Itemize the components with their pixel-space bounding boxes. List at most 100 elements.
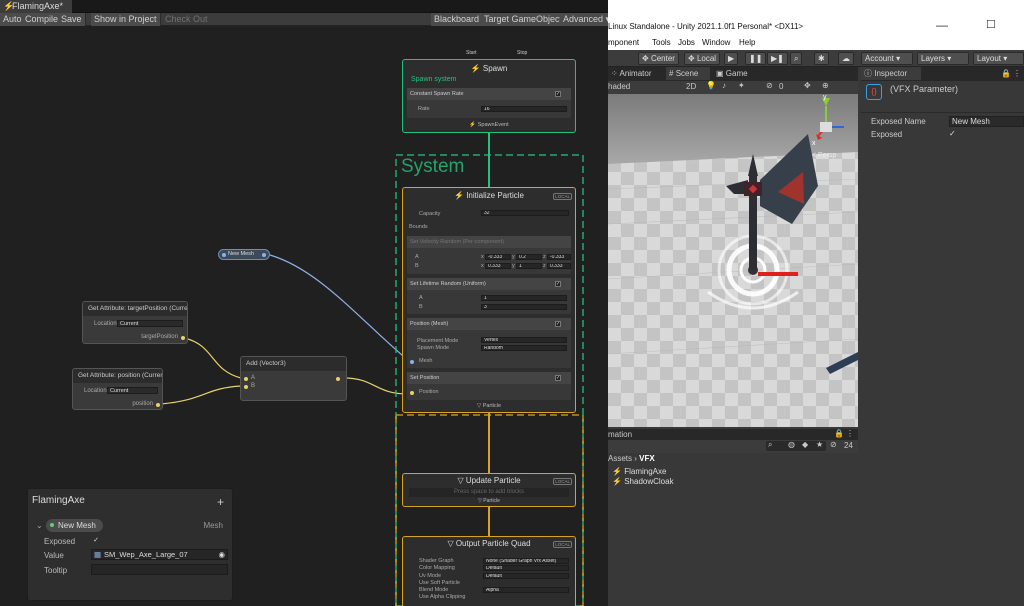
constant-spawn-rate-block[interactable]: Constant Spawn Rate ✓ Rate 16 xyxy=(407,88,571,118)
value-object-field[interactable]: ▦ SM_Wep_Axe_Large_07 ◉ xyxy=(91,549,228,560)
tab-scene[interactable]: # Scene xyxy=(666,67,710,80)
shading-mode-dropdown[interactable]: haded xyxy=(608,82,630,91)
output-row-value[interactable]: Default xyxy=(483,573,569,579)
output-context[interactable]: ▽ Output Particle Quad LOCAL Shader Grap… xyxy=(402,536,576,606)
menu-jobs[interactable]: Jobs xyxy=(678,38,695,47)
compile-button[interactable]: Compile xyxy=(22,13,63,26)
object-picker-icon[interactable]: ◉ xyxy=(218,550,225,559)
search-icon[interactable]: ⌕ xyxy=(790,52,803,65)
menu-window[interactable]: Window xyxy=(702,38,730,47)
filter-label-icon[interactable]: ◆ xyxy=(802,440,808,449)
mesh-property-node[interactable]: New Mesh xyxy=(218,249,270,260)
output-local-badge[interactable]: LOCAL xyxy=(553,541,572,548)
update-context[interactable]: ▽ Update Particle LOCAL Press space to a… xyxy=(402,473,576,507)
scene-view[interactable]: y x < Persp xyxy=(608,94,858,427)
velocity-block[interactable]: Set Velocity Random (Per-component) A x … xyxy=(407,236,571,274)
breadcrumb-assets[interactable]: Assets xyxy=(608,454,632,463)
inspector-menu-icon[interactable]: ⋮ xyxy=(1013,69,1021,78)
perspective-toggle[interactable]: < Persp xyxy=(812,152,836,159)
add-output-port[interactable] xyxy=(336,377,340,381)
set-position-block[interactable]: Set Position ✓ Position xyxy=(407,372,571,400)
add-input-b-port[interactable] xyxy=(244,385,248,389)
get-position-node[interactable]: Get Attribute: position (Curren Location… xyxy=(72,368,163,410)
play-button[interactable]: ▶ xyxy=(724,52,739,65)
tools-icon[interactable]: ✥ xyxy=(804,81,811,90)
inspector-lock-icon[interactable]: 🔒 xyxy=(1001,69,1011,78)
check-out-button[interactable]: Check Out xyxy=(162,13,211,26)
spawn-event-output[interactable]: ⚡ SpawnEvent xyxy=(403,122,575,128)
tooltip-field[interactable] xyxy=(91,564,228,575)
cloud-icon[interactable]: ☁ xyxy=(838,52,854,65)
velocity-b-z[interactable]: 0.333 xyxy=(547,263,571,269)
advanced-dropdown[interactable]: Advanced ▾ xyxy=(560,13,608,26)
gizmos-icon[interactable]: ⊕ xyxy=(822,81,829,90)
hidden-objects-icon[interactable]: ⊘ xyxy=(766,81,773,90)
pivot-local-button[interactable]: ✥ Local xyxy=(684,52,721,65)
rate-field[interactable]: 16 xyxy=(481,106,567,112)
layers-dropdown[interactable]: Layers ▾ xyxy=(917,52,969,65)
effects-icon[interactable]: ✦ xyxy=(738,81,745,90)
velocity-a-y[interactable]: 0.2 xyxy=(516,254,542,260)
spawn-block-enable-checkbox[interactable]: ✓ xyxy=(555,91,561,97)
velocity-b-x[interactable]: 0.333 xyxy=(485,263,511,269)
capacity-field[interactable]: 32 xyxy=(481,210,569,216)
tab-animation[interactable]: mation xyxy=(608,430,632,439)
collab-icon[interactable]: ✱ xyxy=(814,52,829,65)
output-row-value[interactable]: Alpha xyxy=(483,587,569,593)
property-expand-icon[interactable]: ⌄ xyxy=(36,521,43,530)
lifetime-b-field[interactable]: 3 xyxy=(481,304,567,310)
vfx-tab[interactable]: ⚡ FlamingAxe* xyxy=(0,0,72,13)
layout-dropdown[interactable]: Layout ▾ xyxy=(973,52,1024,65)
init-particle-output[interactable]: ▽ Particle xyxy=(403,403,575,409)
menu-tools[interactable]: Tools xyxy=(652,38,671,47)
favorite-icon[interactable]: ★ xyxy=(816,440,823,449)
exposed-name-field[interactable]: New Mesh xyxy=(949,116,1024,127)
get-position-location-dropdown[interactable]: Current xyxy=(107,387,158,394)
get-target-location-dropdown[interactable]: Current xyxy=(117,320,183,327)
position-mesh-block[interactable]: Position (Mesh) ✓ Placement Mode Vertex … xyxy=(407,318,571,368)
lifetime-block[interactable]: Set Lifetime Random (Uniform) ✓ A 1 B 3 xyxy=(407,278,571,314)
spawn-mode-dropdown[interactable]: Random xyxy=(481,345,567,351)
list-item[interactable]: ⚡ FlamingAxe xyxy=(612,467,666,476)
get-target-position-node[interactable]: Get Attribute: targetPosition (Curren Lo… xyxy=(82,301,188,344)
placement-mode-dropdown[interactable]: Vertex xyxy=(481,337,567,343)
show-in-project-button[interactable]: Show in Project xyxy=(91,13,161,26)
spawn-context[interactable]: ⚡ Spawn Spawn system Constant Spawn Rate… xyxy=(402,59,576,133)
output-row-value[interactable]: Default xyxy=(483,565,569,571)
blackboard-button[interactable]: Blackboard xyxy=(431,13,484,26)
panel-menu-icon[interactable]: ⋮ xyxy=(846,429,854,438)
get-target-output-port[interactable] xyxy=(181,336,185,340)
exposed-checkbox[interactable]: ✓ xyxy=(92,537,100,545)
set-position-enable-checkbox[interactable]: ✓ xyxy=(555,375,561,381)
output-row-value[interactable]: None (Shader Graph Vfx Asset) xyxy=(483,558,569,564)
velocity-a-x[interactable]: -0.333 xyxy=(485,254,511,260)
2d-toggle[interactable]: 2D xyxy=(686,82,696,91)
audio-icon[interactable]: ♪ xyxy=(722,81,726,90)
filter-type-icon[interactable]: ◍ xyxy=(788,440,795,449)
hidden-packages-icon[interactable]: ⊘ xyxy=(830,440,837,449)
menu-component[interactable]: mponent xyxy=(608,38,639,47)
update-add-blocks-hint[interactable]: Press space to add blocks xyxy=(409,488,569,497)
add-vector3-node[interactable]: Add (Vector3) A B xyxy=(240,356,347,401)
pause-button[interactable]: ❚❚ xyxy=(745,52,767,65)
init-local-badge[interactable]: LOCAL xyxy=(553,193,572,200)
velocity-b-y[interactable]: 1 xyxy=(516,263,542,269)
blackboard-property-pill[interactable]: New Mesh xyxy=(46,519,103,532)
inspector-exposed-checkbox[interactable]: ✓ xyxy=(949,129,956,138)
account-dropdown[interactable]: Account ▾ xyxy=(861,52,913,65)
add-input-a-port[interactable] xyxy=(244,377,248,381)
position-mesh-enable-checkbox[interactable]: ✓ xyxy=(555,321,561,327)
minimize-icon[interactable]: — xyxy=(936,18,948,32)
velocity-a-z[interactable]: -0.333 xyxy=(547,254,571,260)
set-position-input-port[interactable] xyxy=(410,391,414,395)
lifetime-a-field[interactable]: 1 xyxy=(481,295,567,301)
get-position-output-port[interactable] xyxy=(156,403,160,407)
update-local-badge[interactable]: LOCAL xyxy=(553,478,572,485)
step-button[interactable]: ▶❚ xyxy=(767,52,788,65)
initialize-context[interactable]: ⚡ Initialize Particle LOCAL Capacity 32 … xyxy=(402,187,576,413)
pivot-center-button[interactable]: ✥ Center xyxy=(638,52,679,65)
update-particle-output[interactable]: ▽ Particle xyxy=(403,498,575,504)
tab-animator[interactable]: ⁘ Animator xyxy=(608,67,652,80)
tab-game[interactable]: ▣ Game xyxy=(713,67,748,80)
list-item[interactable]: ⚡ ShadowCloak xyxy=(612,477,674,486)
